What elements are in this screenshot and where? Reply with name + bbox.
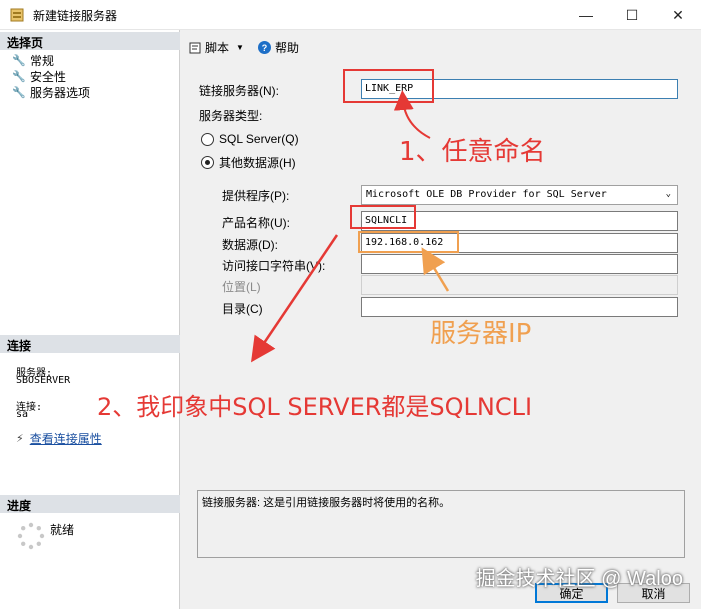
catalog-label: 目录(C) <box>222 302 263 316</box>
radio-circle[interactable] <box>201 132 214 146</box>
location-input <box>361 275 678 295</box>
watermark: 掘金技术社区 @ Waloo <box>475 568 683 590</box>
wrench-icon: 🔧 <box>12 87 26 99</box>
window-title: 新建链接服务器 <box>33 9 118 23</box>
connection-plug-icon: ⚡ <box>16 433 24 445</box>
linked-server-label: 链接服务器(N): <box>199 84 279 98</box>
connection-header: 连接 <box>0 335 180 353</box>
progress-spinner-icon <box>17 522 45 550</box>
radio-circle-selected[interactable] <box>201 156 214 169</box>
progress-status: 就绪 <box>50 523 75 537</box>
highlight-linked-server <box>343 69 434 103</box>
maximize-button[interactable]: ☐ <box>609 0 655 30</box>
annotation-any-name: 1、任意命名 <box>399 137 546 167</box>
provider-select[interactable]: Microsoft OLE DB Provider for SQL Server… <box>361 185 678 205</box>
progress-header: 进度 <box>0 495 180 513</box>
server-value: SBOSERVER <box>16 375 71 386</box>
server-type-label: 服务器类型: <box>199 109 263 123</box>
product-name-label: 产品名称(U): <box>222 216 290 230</box>
radio-other-datasource[interactable]: 其他数据源(H) <box>201 154 296 171</box>
server-icon <box>10 8 24 22</box>
radio-sql-server[interactable]: SQL Server(Q) <box>201 132 299 146</box>
chevron-down-icon[interactable]: ⌄ <box>666 189 671 199</box>
provider-string-input[interactable] <box>361 254 678 274</box>
provider-label: 提供程序(P): <box>222 189 290 203</box>
close-button[interactable]: ✕ <box>655 0 701 30</box>
datasource-label: 数据源(D): <box>222 238 278 252</box>
minimize-button[interactable]: — <box>563 0 609 30</box>
annotation-server-ip: 服务器IP <box>430 319 532 349</box>
view-connection-properties[interactable]: ⚡ 查看连接属性 <box>16 430 102 447</box>
title-bar: 新建链接服务器 — ☐ ✕ <box>0 0 701 30</box>
provider-string-label: 访问接口字符串(V): <box>222 259 326 273</box>
page-item-server-options[interactable]: 🔧 服务器选项 <box>12 84 90 101</box>
help-button[interactable]: ? 帮助 <box>258 39 299 56</box>
location-label: 位置(L) <box>222 280 261 294</box>
left-pane: 选择页 🔧 常规 🔧 安全性 🔧 服务器选项 连接 服务器: SBOSERVER 连接… <box>0 30 180 609</box>
highlight-datasource <box>358 231 459 253</box>
description-box: 链接服务器: 这是引用链接服务器时将使用的名称。 <box>197 490 685 558</box>
wrench-icon: 🔧 <box>12 55 26 67</box>
dropdown-arrow-icon[interactable]: ▼ <box>236 43 244 52</box>
select-page-header: 选择页 <box>0 32 180 50</box>
script-icon <box>189 42 201 53</box>
page-item-security[interactable]: 🔧 安全性 <box>12 68 66 85</box>
help-icon: ? <box>258 41 271 54</box>
connection-value: sa <box>16 409 29 420</box>
annotation-sqlncli: 2、我印象中SQL SERVER都是SQLNCLI <box>97 393 533 421</box>
page-item-general[interactable]: 🔧 常规 <box>12 52 54 69</box>
script-button[interactable]: 脚本 ▼ <box>189 39 244 56</box>
wrench-icon: 🔧 <box>12 71 26 83</box>
highlight-product-name <box>350 205 416 229</box>
